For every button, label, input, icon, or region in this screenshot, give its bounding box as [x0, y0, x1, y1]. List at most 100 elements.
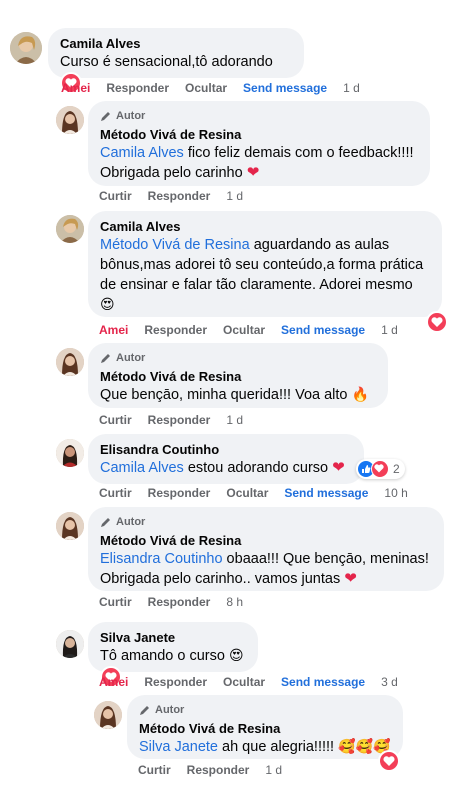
comment-bubble: Elisandra Coutinho Camila Alves estou ad…: [88, 434, 364, 484]
comment-actions: Curtir Responder 1 d: [138, 763, 298, 777]
hide-button[interactable]: Ocultar: [226, 486, 268, 500]
love-reaction-icon: [371, 460, 389, 478]
comment-text: Tô amando o curso: [100, 648, 225, 664]
fire-emoji: 🔥: [351, 387, 369, 403]
comment-text-line3: de ensinar e falar tão claramente. Adore…: [100, 277, 413, 293]
comment-text-line2: Obrigada pelo carinho.. vamos juntas: [100, 571, 341, 587]
like-button[interactable]: Curtir: [99, 413, 132, 427]
send-message-button[interactable]: Send message: [243, 81, 327, 95]
love-button[interactable]: Amei: [99, 675, 128, 689]
commenter-name[interactable]: Camila Alves: [100, 219, 430, 235]
timestamp[interactable]: 10 h: [384, 486, 407, 500]
heart-reaction-icon[interactable]: [426, 311, 448, 333]
avatar[interactable]: [56, 512, 84, 540]
send-message-button[interactable]: Send message: [281, 323, 365, 337]
reactions-summary[interactable]: 2: [356, 459, 405, 479]
reply-button[interactable]: Responder: [144, 323, 207, 337]
comment-text: aguardando as aulas: [249, 237, 390, 253]
mention-link[interactable]: Silva Janete: [139, 739, 218, 755]
comment-actions: Curtir Responder 8 h: [99, 595, 259, 609]
like-button[interactable]: Curtir: [138, 763, 171, 777]
commenter-name[interactable]: Camila Alves: [60, 36, 292, 52]
comment-text: fico feliz demais com o feedback!!!!: [183, 145, 414, 161]
commenter-name[interactable]: Silva Janete: [100, 630, 246, 646]
timestamp[interactable]: 3 d: [381, 675, 398, 689]
reply-button[interactable]: Responder: [148, 595, 211, 609]
mention-link[interactable]: Camila Alves: [100, 460, 184, 476]
comment-bubble: Autor Método Vivá de Resina Que bençāo, …: [88, 343, 388, 408]
avatar[interactable]: [56, 348, 84, 376]
comment-actions: Amei Responder Ocultar Send message 1 d: [99, 323, 414, 337]
comment-actions: Amei Responder Ocultar Send message 3 d: [99, 675, 414, 689]
like-button[interactable]: Curtir: [99, 595, 132, 609]
red-heart-emoji: ❤: [332, 459, 345, 476]
comment-bubble: Autor Método Vivá de Resina Silva Janete…: [127, 695, 403, 759]
commenter-name[interactable]: Método Vivá de Resina: [100, 369, 376, 385]
avatar[interactable]: [56, 106, 84, 134]
comment-bubble: Camila Alves Curso é sensacional,tô ador…: [48, 28, 304, 94]
comment-bubble: Silva Janete Tô amando o curso 😍: [88, 622, 258, 688]
love-button[interactable]: Amei: [99, 323, 128, 337]
love-button[interactable]: Amei: [61, 81, 90, 95]
comment-bubble: Camila Alves Método Vivá de Resina aguar…: [88, 211, 442, 317]
author-badge-label: Autor: [116, 352, 146, 364]
author-badge: Autor: [100, 109, 418, 123]
commenter-name[interactable]: Método Vivá de Resina: [100, 533, 432, 549]
hide-button[interactable]: Ocultar: [223, 675, 265, 689]
avatar[interactable]: [10, 32, 42, 64]
timestamp[interactable]: 8 h: [226, 595, 243, 609]
send-message-button[interactable]: Send message: [284, 486, 368, 500]
reply-button[interactable]: Responder: [106, 81, 169, 95]
red-heart-emoji: ❤: [344, 570, 357, 587]
hide-button[interactable]: Ocultar: [185, 81, 227, 95]
comment-actions: Amei Responder Ocultar Send message 1 d: [61, 81, 376, 95]
timestamp[interactable]: 1 d: [226, 189, 243, 203]
pencil-icon: [140, 706, 149, 715]
timestamp[interactable]: 1 d: [226, 413, 243, 427]
author-badge: Autor: [100, 515, 432, 529]
reply-button[interactable]: Responder: [148, 189, 211, 203]
comment-text-line2: Obrigada pelo carinho: [100, 165, 243, 181]
comment-bubble: Autor Método Vivá de Resina Elisandra Co…: [88, 507, 444, 591]
like-button[interactable]: Curtir: [99, 189, 132, 203]
reply-button[interactable]: Responder: [144, 675, 207, 689]
comment-text: obaaa!!! Que bençāo, meninas!: [222, 551, 429, 567]
comment-text: estou adorando curso: [183, 460, 329, 476]
commenter-name[interactable]: Método Vivá de Resina: [139, 721, 391, 737]
reply-button[interactable]: Responder: [148, 486, 211, 500]
hide-button[interactable]: Ocultar: [223, 323, 265, 337]
author-badge-label: Autor: [116, 110, 146, 122]
timestamp[interactable]: 1 d: [343, 81, 360, 95]
commenter-name[interactable]: Método Vivá de Resina: [100, 127, 418, 143]
mention-link[interactable]: Elisandra Coutinho: [100, 551, 223, 567]
timestamp[interactable]: 1 d: [265, 763, 282, 777]
avatar[interactable]: [56, 439, 84, 467]
comment-actions: Curtir Responder 1 d: [99, 413, 259, 427]
pencil-icon: [101, 518, 110, 527]
author-badge: Autor: [139, 703, 391, 717]
heart-eyes-emoji: 😍: [228, 648, 244, 664]
timestamp[interactable]: 1 d: [381, 323, 398, 337]
send-message-button[interactable]: Send message: [281, 675, 365, 689]
heart-eyes-emoji: 😍: [100, 297, 115, 313]
reply-button[interactable]: Responder: [148, 413, 211, 427]
like-button[interactable]: Curtir: [99, 486, 132, 500]
comment-actions: Curtir Responder Ocultar Send message 10 h: [99, 486, 424, 500]
mention-link[interactable]: Método Vivá de Resina: [100, 237, 250, 253]
pencil-icon: [101, 354, 110, 363]
comment-text-line2: bônus,mas adorei tô seu conteúdo,a forma…: [100, 257, 424, 273]
mention-link[interactable]: Camila Alves: [100, 145, 184, 161]
author-badge-label: Autor: [155, 704, 185, 716]
avatar[interactable]: [94, 701, 122, 729]
comment-text: ah que alegria!!!!!: [218, 739, 335, 755]
author-badge-label: Autor: [116, 516, 146, 528]
pencil-icon: [101, 112, 110, 121]
heart-reaction-icon[interactable]: [378, 750, 400, 772]
avatar[interactable]: [56, 215, 84, 243]
comment-actions: Curtir Responder 1 d: [99, 189, 259, 203]
red-heart-emoji: ❤: [246, 164, 260, 181]
reply-button[interactable]: Responder: [187, 763, 250, 777]
reactions-count: 2: [393, 462, 400, 476]
avatar[interactable]: [56, 630, 84, 658]
commenter-name[interactable]: Elisandra Coutinho: [100, 442, 352, 458]
